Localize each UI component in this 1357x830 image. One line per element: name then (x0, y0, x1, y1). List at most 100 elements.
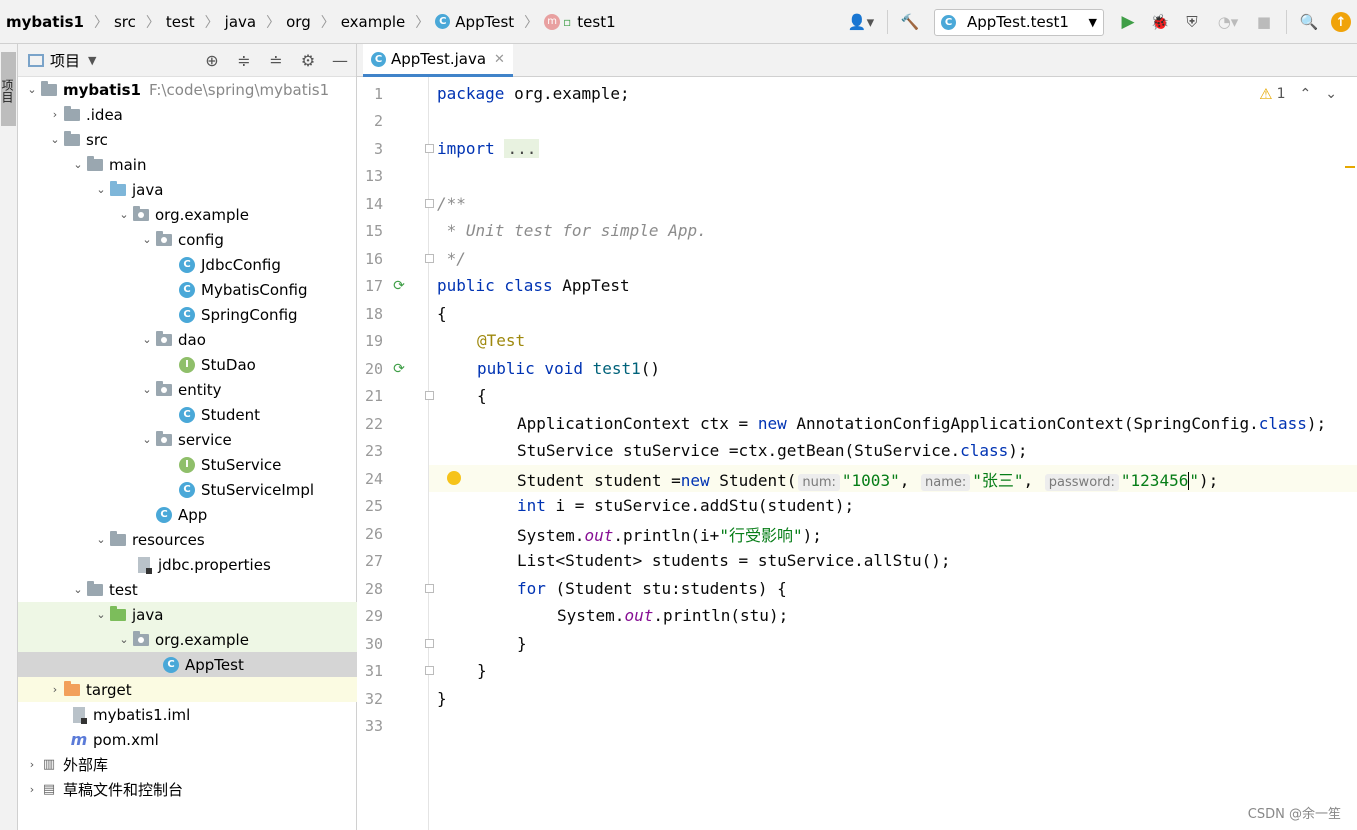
tree-item-student[interactable]: C Student (18, 402, 357, 427)
fold-icon[interactable] (425, 639, 434, 648)
tree-item-studao[interactable]: I StuDao (18, 352, 357, 377)
tree-item-test-java[interactable]: ⌄ java (18, 602, 357, 627)
code-text: */ (437, 249, 466, 268)
tree-item-service[interactable]: ⌄ service (18, 427, 357, 452)
tree-item-dao[interactable]: ⌄ dao (18, 327, 357, 352)
breadcrumb: mybatis1 〉 src 〉 test 〉 java 〉 org 〉 exa… (0, 0, 620, 43)
tree-item-path: F:\code\spring\mybatis1 (148, 80, 330, 99)
user-icon[interactable]: 👤▾ (844, 9, 878, 35)
fold-icon[interactable] (425, 584, 434, 593)
package-icon (155, 230, 173, 248)
fold-icon[interactable] (425, 391, 434, 400)
breadcrumb-org[interactable]: org (286, 13, 315, 31)
project-panel: 项目 ▼ ⊕ ≑ ≐ ⚙ — ⌄ mybatis1 F:\code\spring… (18, 44, 357, 830)
toolbar-divider (1286, 10, 1287, 34)
code-line: 16 */ (357, 245, 1357, 272)
run-icon[interactable]: ▶ (1115, 9, 1141, 35)
hide-icon[interactable]: — (324, 51, 356, 70)
module-folder-icon (40, 80, 58, 98)
breadcrumb-class[interactable]: C AppTest (435, 13, 518, 31)
class-icon: C (371, 51, 386, 67)
lightbulb-icon[interactable] (447, 471, 461, 485)
stop-icon[interactable]: ■ (1251, 9, 1277, 35)
chevron-down-icon[interactable]: ▼ (88, 54, 96, 67)
breadcrumb-java[interactable]: java (225, 13, 260, 31)
chevron-down-icon: ⌄ (96, 533, 106, 546)
search-icon[interactable]: 🔍 (1296, 9, 1322, 35)
locate-icon[interactable]: ⊕ (196, 51, 228, 70)
tree-item-jdbcconfig[interactable]: C JdbcConfig (18, 252, 357, 277)
tree-item-stuserviceimpl[interactable]: C StuServiceImpl (18, 477, 357, 502)
tree-item-apptest[interactable]: C AppTest (18, 652, 357, 677)
tree-item-external-libraries[interactable]: › ▥ 外部库 (18, 752, 357, 777)
fold-icon[interactable] (425, 254, 434, 263)
project-tool-window-tab[interactable]: 项目 (0, 52, 16, 126)
collapse-all-icon[interactable]: ≐ (260, 51, 292, 70)
run-test-icon[interactable]: ⟳ (390, 360, 408, 378)
parameter-hint: password: (1044, 473, 1119, 491)
tree-item-app[interactable]: C App (18, 502, 357, 527)
tree-item-config[interactable]: ⌄ config (18, 227, 357, 252)
code-line: 30 } (357, 630, 1357, 657)
fold-icon[interactable] (425, 199, 434, 208)
fold-icon[interactable] (425, 144, 434, 153)
fold-icon[interactable] (425, 666, 434, 675)
code-line: 32 } (357, 685, 1357, 712)
breadcrumb-method[interactable]: m ▫ test1 (544, 13, 620, 31)
breadcrumb-separator-icon: 〉 (204, 14, 219, 31)
project-panel-title[interactable]: 项目 (50, 50, 80, 71)
tree-item-resources[interactable]: ⌄ resources (18, 527, 357, 552)
tree-item-test-org-example[interactable]: ⌄ org.example (18, 627, 357, 652)
tree-item-stuservice[interactable]: I StuService (18, 452, 357, 477)
gear-icon[interactable]: ⚙ (292, 51, 324, 70)
tree-item-label: StuDao (201, 355, 256, 374)
breadcrumb-test[interactable]: test (166, 13, 199, 31)
update-icon[interactable]: ↑ (1328, 9, 1354, 35)
debug-icon[interactable]: 🐞 (1147, 9, 1173, 35)
tree-item-mybatis1[interactable]: ⌄ mybatis1 F:\code\spring\mybatis1 (18, 77, 357, 102)
run-test-icon[interactable]: ⟳ (390, 277, 408, 295)
tree-item-main-org-example[interactable]: ⌄ org.example (18, 202, 357, 227)
tree-item-label: Student (201, 405, 261, 424)
run-configuration-label: AppTest.test1 (967, 13, 1069, 31)
tree-item-idea[interactable]: › .idea (18, 102, 357, 127)
tree-item-jdbc-properties[interactable]: jdbc.properties (18, 552, 357, 577)
chevron-right-icon: › (52, 683, 58, 696)
chevron-down-icon: ⌄ (73, 158, 83, 171)
tree-item-scratches[interactable]: › ▤ 草稿文件和控制台 (18, 777, 357, 802)
code-line: 15 * Unit test for simple App. (357, 217, 1357, 244)
line-number: 15 (364, 221, 383, 240)
tree-item-pom[interactable]: m pom.xml (18, 727, 357, 752)
tree-item-label: StuServiceImpl (201, 480, 315, 499)
class-icon: C (178, 306, 196, 323)
line-number: 33 (364, 716, 383, 735)
code-text: } (437, 689, 447, 708)
runnable-class-icon: C (155, 506, 173, 523)
code-editor[interactable]: ⚠ 1 ⌃ ⌄ 1 package org.example; 2 3 impor… (357, 77, 1357, 830)
tree-item-label: entity (178, 380, 222, 399)
tree-item-iml[interactable]: mybatis1.iml (18, 702, 357, 727)
coverage-icon[interactable]: ⛨ (1179, 9, 1205, 35)
close-icon[interactable]: ✕ (494, 52, 505, 67)
breadcrumb-project[interactable]: mybatis1 (6, 13, 88, 31)
tree-item-target[interactable]: › target (18, 677, 357, 702)
tree-item-main-java[interactable]: ⌄ java (18, 177, 357, 202)
tree-item-src[interactable]: ⌄ src (18, 127, 357, 152)
tree-item-springconfig[interactable]: C SpringConfig (18, 302, 357, 327)
code-text: for (Student stu:students) { (517, 579, 787, 598)
expand-all-icon[interactable]: ≑ (228, 51, 260, 70)
tree-item-mybatisconfig[interactable]: C MybatisConfig (18, 277, 357, 302)
tree-item-main[interactable]: ⌄ main (18, 152, 357, 177)
folded-imports[interactable]: ... (504, 139, 540, 158)
tree-item-entity[interactable]: ⌄ entity (18, 377, 357, 402)
profiler-icon[interactable]: ◔▾ (1211, 9, 1245, 35)
tree-item-label: src (86, 130, 108, 149)
tree-item-label: test (109, 580, 138, 599)
build-hammer-icon[interactable]: 🔨 (897, 9, 923, 35)
class-icon: C (178, 406, 196, 423)
tab-apptest-java[interactable]: C AppTest.java ✕ (363, 44, 513, 77)
run-configuration-select[interactable]: C AppTest.test1 ▼ (934, 8, 1104, 36)
breadcrumb-src[interactable]: src (114, 13, 140, 31)
tree-item-test[interactable]: ⌄ test (18, 577, 357, 602)
breadcrumb-example[interactable]: example (341, 13, 410, 31)
